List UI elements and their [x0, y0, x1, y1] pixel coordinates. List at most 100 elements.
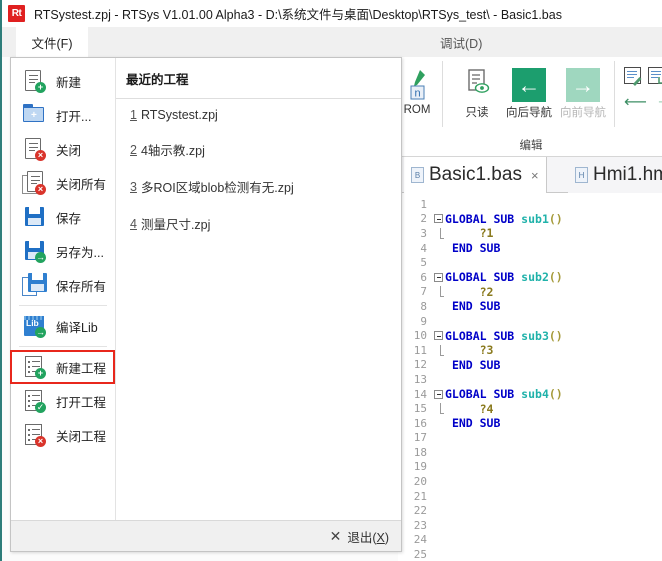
code-line: 7 ?2 — [398, 285, 662, 300]
window-title: RTSystest.zpj - RTSys V1.01.00 Alpha3 - … — [34, 8, 562, 22]
ribbon-mini-row-top — [624, 67, 662, 86]
readonly-eye-icon — [462, 62, 492, 102]
file-menu-item-4[interactable]: × 关闭所有 — [11, 166, 115, 200]
save-icon — [21, 204, 47, 230]
menu-separator — [19, 346, 107, 347]
code-text: ?3 — [479, 343, 494, 358]
file-menu-item-7[interactable]: 保存所有 — [11, 268, 115, 302]
document-tab-label: Hmi1.hm — [593, 164, 662, 185]
code-text: GLOBAL SUB sub2() — [445, 270, 563, 285]
code-line: 17 — [398, 431, 662, 446]
code-line: 22 — [398, 503, 662, 518]
file-menu-item-label: 保存所有 — [56, 279, 107, 294]
ribbon-mini-row-bottom: ⟵ ⟶ — [624, 95, 662, 111]
line-number: 9 — [420, 314, 427, 328]
ribbon-button-navigate-forward[interactable]: → 向前导航 — [556, 62, 610, 120]
file-menu-item-label: 关闭工程 — [56, 429, 107, 444]
exit-label-pre: 退出( — [347, 530, 377, 545]
code-line: 25 — [398, 547, 662, 561]
code-fold-spacer — [432, 403, 445, 415]
code-line: 14 GLOBAL SUB sub4() — [398, 387, 662, 402]
recent-project-name: 4轴示教.zpj — [140, 144, 205, 158]
line-number: 14 — [413, 387, 427, 401]
file-menu-item-9[interactable]: + 新建工程 — [11, 350, 115, 384]
file-menu-item-11[interactable]: × 关闭工程 — [11, 418, 115, 452]
line-number: 4 — [420, 241, 427, 255]
file-menu-item-3[interactable]: × 关闭 — [11, 132, 115, 166]
line-number: 17 — [413, 431, 427, 445]
recent-projects-title: 最近的工程 — [116, 58, 401, 99]
file-menu-item-label: 保存 — [56, 211, 82, 226]
code-line: 20 — [398, 474, 662, 489]
recent-project-name: 多ROI区域blob检测有无.zpj — [140, 181, 294, 195]
line-number: 16 — [413, 416, 427, 430]
document-tab-label: Basic1.bas — [429, 164, 522, 185]
code-fold-toggle[interactable] — [432, 272, 445, 282]
menu-separator — [19, 305, 107, 306]
line-number: 24 — [413, 533, 427, 547]
file-menu-item-6[interactable]: → 另存为... — [11, 234, 115, 268]
edit-document-icon[interactable] — [624, 67, 642, 86]
file-menu-item-8[interactable]: Lib → 编译Lib — [11, 309, 115, 343]
code-line: 11 ?3 — [398, 343, 662, 358]
file-menu-item-2[interactable]: + 打开... — [11, 98, 115, 132]
code-line: 2 GLOBAL SUB sub1() — [398, 212, 662, 227]
ribbon-label-navigate-back: 向后导航 — [506, 107, 552, 119]
line-number: 8 — [420, 299, 427, 313]
menu-tab-debug[interactable]: 调试(D) — [426, 27, 496, 57]
recent-project-name: RTSystest.zpj — [140, 108, 218, 122]
line-number: 23 — [413, 518, 427, 532]
file-menu-item-1[interactable]: + 新建 — [11, 64, 115, 98]
application-window: Rt RTSystest.zpj - RTSys V1.01.00 Alpha3… — [0, 0, 662, 561]
ribbon-button-readonly[interactable]: 只读 — [450, 62, 504, 120]
file-menu-item-label: 打开... — [56, 109, 92, 124]
line-number: 25 — [413, 548, 427, 561]
code-line: 6 GLOBAL SUB sub2() — [398, 270, 662, 285]
file-menu-item-5[interactable]: 保存 — [11, 200, 115, 234]
open-project-icon: ✓ — [21, 388, 47, 414]
line-number: 7 — [420, 285, 427, 299]
code-editor[interactable]: 1 2 GLOBAL SUB sub1() 3 ?1 4 END SUB 5 6 GLOBAL… — [398, 193, 662, 561]
document-tab-basic1[interactable]: B Basic1.bas × — [404, 157, 547, 193]
file-menu-item-10[interactable]: ✓ 打开工程 — [11, 384, 115, 418]
code-text: GLOBAL SUB sub4() — [445, 387, 563, 402]
line-number: 5 — [420, 256, 427, 270]
recent-project-item-3[interactable]: 3 多ROI区域blob检测有无.zpj — [116, 168, 401, 205]
ribbon-group-label-edit: 编辑 — [519, 140, 543, 152]
recent-project-number: 3 — [130, 179, 137, 194]
recent-project-item-1[interactable]: 1 RTSystest.zpj — [116, 99, 401, 131]
file-menu-item-label: 关闭所有 — [56, 177, 107, 192]
svg-text:n: n — [414, 88, 420, 100]
file-menu-item-label: 新建 — [56, 75, 82, 90]
redo-arrow-icon[interactable]: ⟶ — [658, 95, 662, 111]
code-fold-toggle[interactable] — [432, 214, 445, 224]
document-tab-hmi1[interactable]: H Hmi1.hm — [568, 157, 662, 193]
code-line: 4 END SUB — [398, 241, 662, 256]
code-text: ?4 — [479, 401, 494, 416]
exit-button[interactable]: 退出(X) — [347, 527, 389, 546]
file-menu-item-label: 关闭 — [56, 143, 82, 158]
comment-document-icon[interactable] — [648, 67, 662, 84]
code-text: END SUB — [451, 299, 501, 314]
recent-project-item-2[interactable]: 2 4轴示教.zpj — [116, 131, 401, 168]
exit-label-post: ) — [384, 530, 389, 545]
code-fold-spacer — [432, 286, 445, 298]
code-line: 23 — [398, 518, 662, 533]
code-text: END SUB — [451, 416, 501, 431]
line-number: 19 — [413, 460, 427, 474]
code-lines-container: 1 2 GLOBAL SUB sub1() 3 ?1 4 END SUB 5 6 GLOBAL… — [398, 193, 662, 561]
code-fold-toggle[interactable] — [432, 389, 445, 399]
ribbon-button-navigate-back[interactable]: ← 向后导航 — [502, 62, 556, 120]
close-icon[interactable]: × — [531, 168, 539, 183]
line-number: 10 — [413, 329, 427, 343]
recent-project-item-4[interactable]: 4 测量尺寸.zpj — [116, 205, 401, 242]
undo-arrow-icon[interactable]: ⟵ — [624, 95, 647, 111]
code-line: 10 GLOBAL SUB sub3() — [398, 328, 662, 343]
menu-tab-file[interactable]: 文件(F) — [16, 27, 88, 57]
file-menu-footer: ✕ 退出(X) — [11, 520, 401, 551]
code-fold-toggle[interactable] — [432, 331, 445, 341]
file-menu-item-label: 另存为... — [56, 245, 104, 260]
code-line: 1 — [398, 197, 662, 212]
code-text: GLOBAL SUB sub1() — [445, 211, 563, 226]
save-as-icon: → — [21, 238, 47, 264]
